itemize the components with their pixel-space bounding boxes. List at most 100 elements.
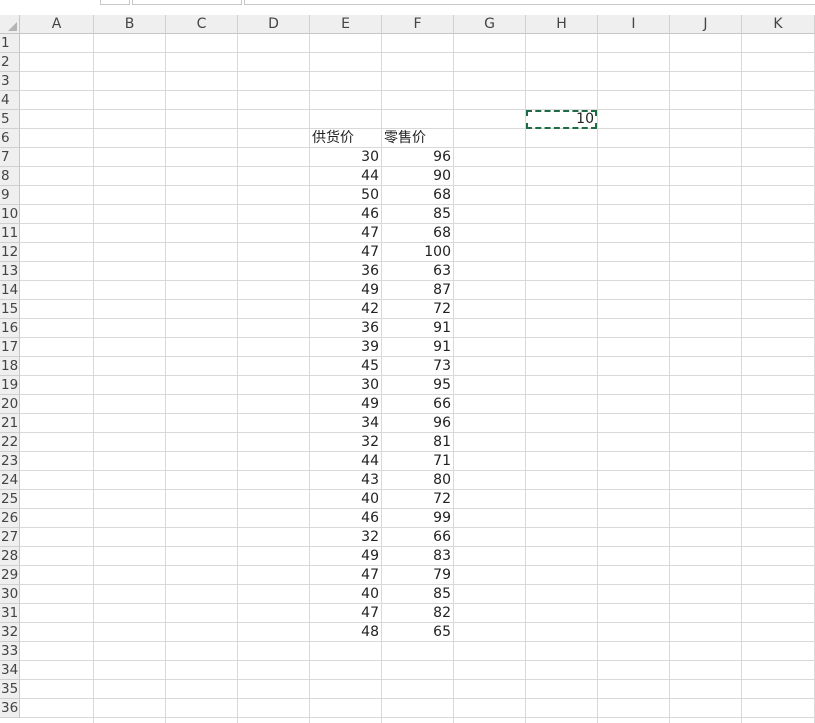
cell-e18[interactable]: 45 — [310, 357, 381, 375]
cell-e28[interactable]: 49 — [310, 547, 381, 565]
cell-e12[interactable]: 47 — [310, 243, 381, 261]
cell-e29[interactable]: 47 — [310, 566, 381, 584]
cell-f31[interactable]: 82 — [382, 604, 453, 622]
row-header-13[interactable]: 13 — [0, 262, 20, 281]
cell-f16[interactable]: 91 — [382, 319, 453, 337]
column-header-f[interactable]: F — [382, 15, 454, 34]
column-header-g[interactable]: G — [454, 15, 526, 34]
cell-e20[interactable]: 49 — [310, 395, 381, 413]
cell-f10[interactable]: 85 — [382, 205, 453, 223]
cell-f9[interactable]: 68 — [382, 186, 453, 204]
row-header-25[interactable]: 25 — [0, 490, 20, 509]
cell-e22[interactable]: 32 — [310, 433, 381, 451]
cell-e13[interactable]: 36 — [310, 262, 381, 280]
row-header-20[interactable]: 20 — [0, 395, 20, 414]
row-header-2[interactable]: 2 — [0, 53, 20, 72]
column-header-k[interactable]: K — [742, 15, 815, 34]
cell-e6-header[interactable]: 供货价 — [310, 129, 381, 147]
cell-e11[interactable]: 47 — [310, 224, 381, 242]
cell-e30[interactable]: 40 — [310, 585, 381, 603]
row-header-32[interactable]: 32 — [0, 623, 20, 642]
row-header-6[interactable]: 6 — [0, 129, 20, 148]
row-header-8[interactable]: 8 — [0, 167, 20, 186]
cell-f11[interactable]: 68 — [382, 224, 453, 242]
column-header-c[interactable]: C — [166, 15, 238, 34]
row-header-33[interactable]: 33 — [0, 642, 20, 661]
cell-e14[interactable]: 49 — [310, 281, 381, 299]
cell-e32[interactable]: 48 — [310, 623, 381, 641]
row-header-19[interactable]: 19 — [0, 376, 20, 395]
row-header-22[interactable]: 22 — [0, 433, 20, 452]
row-header-31[interactable]: 31 — [0, 604, 20, 623]
cell-f29[interactable]: 79 — [382, 566, 453, 584]
cell-f23[interactable]: 71 — [382, 452, 453, 470]
row-header-36[interactable]: 36 — [0, 699, 20, 718]
cell-e26[interactable]: 46 — [310, 509, 381, 527]
row-header-7[interactable]: 7 — [0, 148, 20, 167]
row-header-26[interactable]: 26 — [0, 509, 20, 528]
cell-f27[interactable]: 66 — [382, 528, 453, 546]
row-header-16[interactable]: 16 — [0, 319, 20, 338]
row-header-12[interactable]: 12 — [0, 243, 20, 262]
column-header-e[interactable]: E — [310, 15, 382, 34]
cell-f7[interactable]: 96 — [382, 148, 453, 166]
row-header-14[interactable]: 14 — [0, 281, 20, 300]
cell-f32[interactable]: 65 — [382, 623, 453, 641]
column-header-b[interactable]: B — [94, 15, 166, 34]
cell-f13[interactable]: 63 — [382, 262, 453, 280]
cell-e21[interactable]: 34 — [310, 414, 381, 432]
cell-f30[interactable]: 85 — [382, 585, 453, 603]
cell-e19[interactable]: 30 — [310, 376, 381, 394]
row-header-5[interactable]: 5 — [0, 110, 20, 129]
row-header-17[interactable]: 17 — [0, 338, 20, 357]
cell-f18[interactable]: 73 — [382, 357, 453, 375]
row-header-11[interactable]: 11 — [0, 224, 20, 243]
row-header-34[interactable]: 34 — [0, 661, 20, 680]
cell-f22[interactable]: 81 — [382, 433, 453, 451]
cell-e23[interactable]: 44 — [310, 452, 381, 470]
cell-e7[interactable]: 30 — [310, 148, 381, 166]
row-header-18[interactable]: 18 — [0, 357, 20, 376]
cell-f8[interactable]: 90 — [382, 167, 453, 185]
cell-e25[interactable]: 40 — [310, 490, 381, 508]
cell-f26[interactable]: 99 — [382, 509, 453, 527]
row-header-4[interactable]: 4 — [0, 91, 20, 110]
cell-f15[interactable]: 72 — [382, 300, 453, 318]
cell-e9[interactable]: 50 — [310, 186, 381, 204]
select-all-corner[interactable] — [0, 15, 20, 34]
cell-f12[interactable]: 100 — [382, 243, 453, 261]
cell-e16[interactable]: 36 — [310, 319, 381, 337]
row-header-3[interactable]: 3 — [0, 72, 20, 91]
cell-e15[interactable]: 42 — [310, 300, 381, 318]
row-header-24[interactable]: 24 — [0, 471, 20, 490]
cell-f19[interactable]: 95 — [382, 376, 453, 394]
column-header-i[interactable]: I — [598, 15, 670, 34]
cell-f25[interactable]: 72 — [382, 490, 453, 508]
cell-e31[interactable]: 47 — [310, 604, 381, 622]
row-header-28[interactable]: 28 — [0, 547, 20, 566]
cell-f6-header[interactable]: 零售价 — [382, 129, 453, 147]
cell-f14[interactable]: 87 — [382, 281, 453, 299]
cell-e10[interactable]: 46 — [310, 205, 381, 223]
column-header-h[interactable]: H — [526, 15, 598, 34]
row-header-21[interactable]: 21 — [0, 414, 20, 433]
cell-e17[interactable]: 39 — [310, 338, 381, 356]
column-header-a[interactable]: A — [20, 15, 94, 34]
cell-e27[interactable]: 32 — [310, 528, 381, 546]
row-header-15[interactable]: 15 — [0, 300, 20, 319]
cell-f20[interactable]: 66 — [382, 395, 453, 413]
cell-f24[interactable]: 80 — [382, 471, 453, 489]
row-header-29[interactable]: 29 — [0, 566, 20, 585]
row-header-35[interactable]: 35 — [0, 680, 20, 699]
row-header-30[interactable]: 30 — [0, 585, 20, 604]
cell-f17[interactable]: 91 — [382, 338, 453, 356]
column-header-j[interactable]: J — [670, 15, 742, 34]
cell-e8[interactable]: 44 — [310, 167, 381, 185]
column-header-d[interactable]: D — [238, 15, 310, 34]
row-header-9[interactable]: 9 — [0, 186, 20, 205]
row-header-1[interactable]: 1 — [0, 34, 20, 53]
cell-e24[interactable]: 43 — [310, 471, 381, 489]
row-header-23[interactable]: 23 — [0, 452, 20, 471]
spreadsheet-grid[interactable]: A B C D E F G H I J K 1 2 3 4 5 6 7 8 9 10 11 12 13 14 15 16 17 18 19… — [0, 0, 815, 723]
row-header-27[interactable]: 27 — [0, 528, 20, 547]
